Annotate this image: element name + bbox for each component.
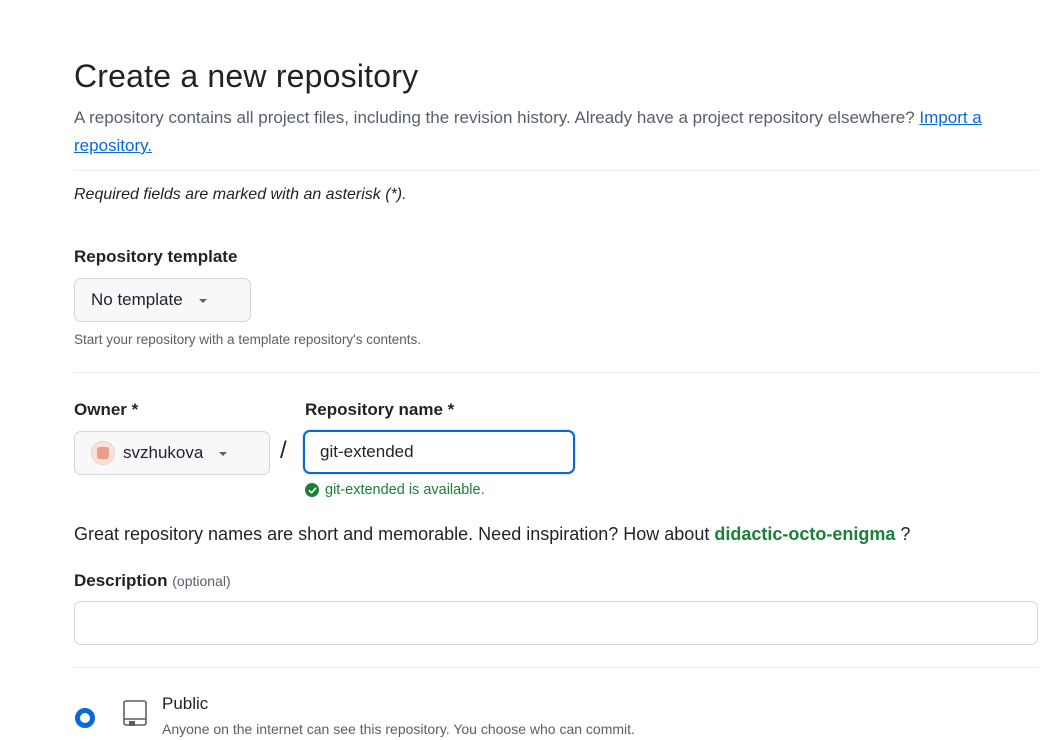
owner-dropdown-value: svzhukova (123, 443, 204, 462)
page-subtitle: A repository contains all project files,… (74, 104, 994, 160)
description-input[interactable] (74, 601, 1038, 645)
template-label: Repository template (74, 247, 238, 266)
check-circle-icon (305, 483, 319, 497)
suggested-name-link[interactable]: didactic-octo-enigma (714, 524, 895, 544)
description-label-text: Description (74, 571, 168, 590)
repo-icon (123, 700, 147, 726)
chevron-down-icon (219, 452, 228, 456)
section-divider (74, 372, 1038, 373)
template-dropdown-value: No template (91, 290, 183, 309)
template-dropdown[interactable]: No template (74, 278, 251, 322)
repo-name-label: Repository name * (305, 400, 455, 419)
inspiration-text: Great repository names are short and mem… (74, 524, 710, 544)
owner-repo-separator: / (280, 437, 287, 464)
section-divider (74, 170, 1038, 171)
repo-name-input[interactable] (303, 430, 575, 474)
public-description: Anyone on the internet can see this repo… (162, 721, 635, 737)
page-title: Create a new repository (74, 58, 419, 94)
availability-message: git-extended is available. (305, 482, 485, 498)
owner-dropdown[interactable]: svzhukova (74, 431, 270, 475)
availability-text: git-extended is available. (325, 482, 485, 498)
subtitle-text: A repository contains all project files,… (74, 108, 915, 127)
owner-label: Owner * (74, 400, 139, 419)
inspiration-suffix: ? (900, 524, 911, 544)
optional-tag: (optional) (172, 573, 231, 589)
avatar (91, 441, 115, 465)
template-hint: Start your repository with a template re… (74, 332, 421, 347)
public-label: Public (162, 694, 209, 713)
section-divider (74, 667, 1038, 668)
description-label: Description (optional) (74, 571, 231, 591)
required-fields-note: Required fields are marked with an aster… (74, 186, 407, 203)
name-inspiration: Great repository names are short and mem… (74, 524, 910, 545)
public-radio[interactable] (75, 708, 95, 728)
chevron-down-icon (198, 299, 207, 303)
